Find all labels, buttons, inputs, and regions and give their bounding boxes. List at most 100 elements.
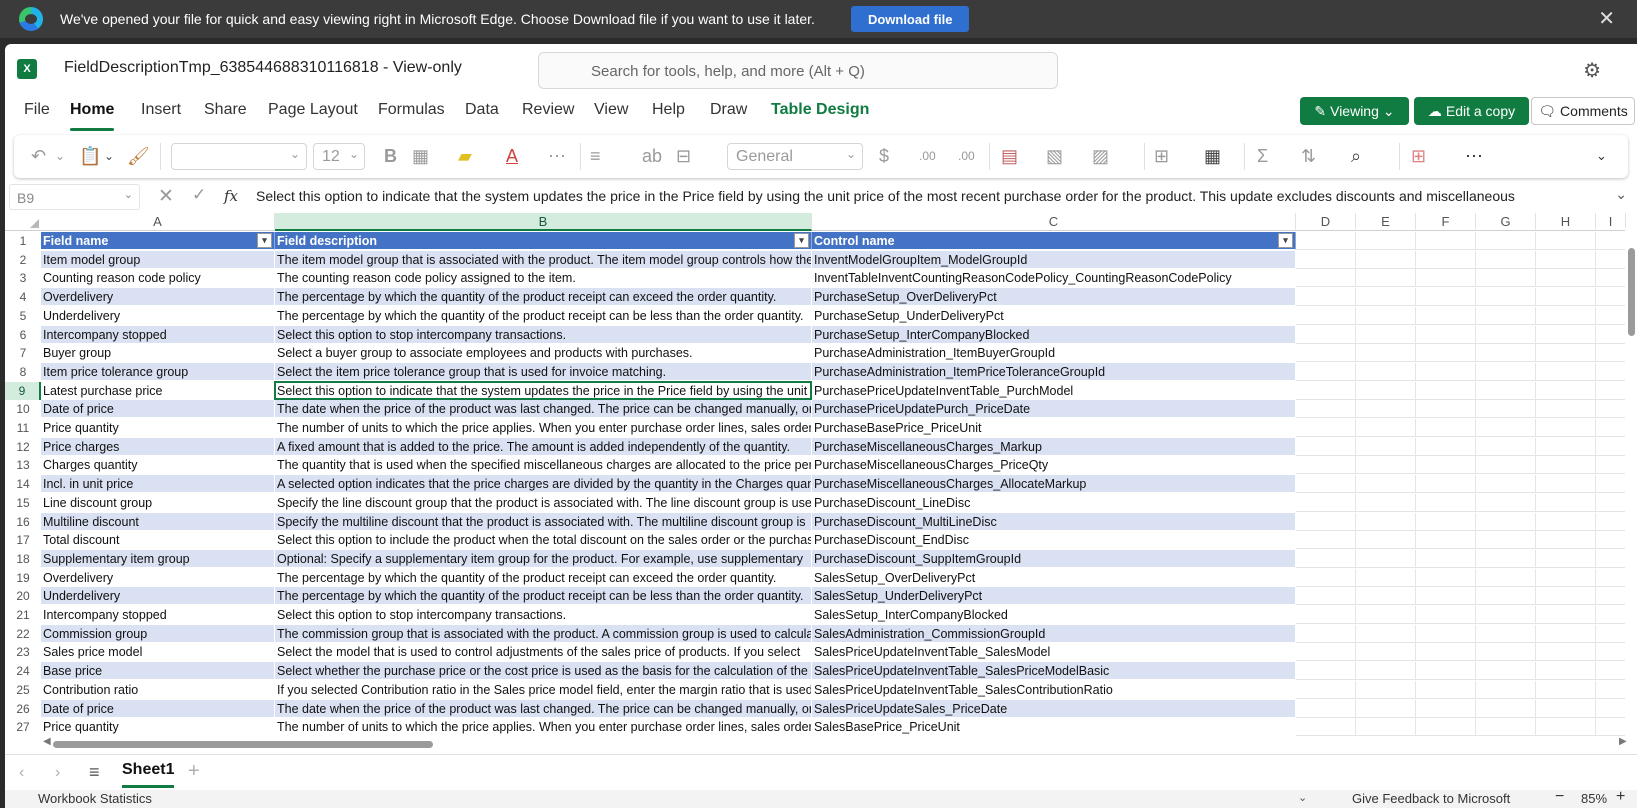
empty-cell[interactable] (1356, 475, 1416, 494)
table-cell[interactable]: Date of price (41, 400, 275, 419)
row-header[interactable]: 1 (5, 232, 41, 250)
empty-cell[interactable] (1296, 643, 1356, 662)
zoom-out-icon[interactable]: − (1555, 788, 1564, 806)
table-cell[interactable]: PurchaseDiscount_SuppItemGroupId (812, 549, 1296, 568)
empty-cell[interactable] (1356, 269, 1416, 288)
empty-cell[interactable] (1596, 718, 1626, 737)
table-cell[interactable]: Line discount group (41, 493, 275, 512)
empty-cell[interactable] (1296, 362, 1356, 381)
empty-cell[interactable] (1476, 606, 1536, 624)
table-cell[interactable]: InventTableInventCountingReasonCodePolic… (812, 269, 1296, 288)
format-as-table-icon[interactable]: ▧ (1046, 144, 1063, 168)
tab-review[interactable]: Review (522, 101, 574, 119)
row-header[interactable]: 25 (5, 681, 41, 699)
table-cell[interactable]: Counting reason code policy (41, 269, 275, 288)
add-sheet-icon[interactable]: + (188, 760, 200, 783)
table-cell[interactable]: Select this option to stop intercompany … (275, 325, 812, 344)
table-cell[interactable]: Multiline discount (41, 512, 275, 531)
empty-cell[interactable] (1536, 419, 1596, 437)
empty-cell[interactable] (1356, 362, 1416, 381)
empty-cell[interactable] (1296, 475, 1356, 494)
table-cell[interactable]: PurchasePriceUpdatePurch_PriceDate (812, 400, 1296, 419)
empty-cell[interactable] (1356, 381, 1416, 400)
filter-dropdown-icon[interactable]: ▾ (1278, 233, 1293, 248)
table-cell[interactable]: The percentage by which the quantity of … (275, 288, 812, 307)
row-header[interactable]: 19 (5, 569, 41, 587)
empty-cell[interactable] (1296, 232, 1356, 250)
table-cell[interactable]: The number of units to which the price a… (275, 718, 812, 737)
table-cell[interactable]: Date of price (41, 699, 275, 718)
empty-cell[interactable] (1296, 269, 1356, 288)
empty-cell[interactable] (1356, 325, 1416, 344)
empty-cell[interactable] (1596, 288, 1626, 307)
empty-cell[interactable] (1536, 587, 1596, 606)
empty-cell[interactable] (1416, 288, 1476, 307)
scroll-thumb[interactable] (1628, 248, 1635, 336)
table-cell[interactable]: Specify the line discount group that the… (275, 493, 812, 512)
insert-function-icon[interactable]: fx (224, 187, 238, 205)
empty-cell[interactable] (1416, 344, 1476, 363)
table-cell[interactable]: SalesPriceUpdateSales_PriceDate (812, 699, 1296, 718)
empty-cell[interactable] (1596, 568, 1626, 587)
empty-cell[interactable] (1416, 587, 1476, 606)
empty-cell[interactable] (1536, 400, 1596, 419)
table-cell[interactable]: PurchaseMiscellaneousCharges_PriceQty (812, 456, 1296, 475)
empty-cell[interactable] (1596, 400, 1626, 419)
empty-cell[interactable] (1476, 718, 1536, 737)
empty-cell[interactable] (1596, 531, 1626, 550)
empty-cell[interactable] (1596, 269, 1626, 288)
tab-page-layout[interactable]: Page Layout (268, 101, 358, 119)
paste-icon[interactable]: 📋 (79, 144, 101, 168)
empty-cell[interactable] (1536, 493, 1596, 512)
align-icon[interactable]: ≡ (590, 144, 601, 168)
empty-cell[interactable] (1476, 568, 1536, 587)
row-header[interactable]: 16 (5, 513, 41, 531)
empty-cell[interactable] (1296, 680, 1356, 699)
row-header[interactable]: 26 (5, 700, 41, 718)
number-format-select[interactable]: General ⌄ (727, 143, 863, 170)
column-header-b[interactable]: B (275, 213, 812, 231)
filter-dropdown-icon[interactable]: ▾ (257, 233, 272, 248)
empty-cell[interactable] (1536, 437, 1596, 456)
file-name[interactable]: FieldDescriptionTmp_638544688310116818 -… (64, 59, 462, 77)
empty-cell[interactable] (1416, 437, 1476, 456)
empty-cell[interactable] (1356, 419, 1416, 437)
empty-cell[interactable] (1476, 419, 1536, 437)
bold-icon[interactable]: B (384, 144, 397, 168)
empty-cell[interactable] (1296, 568, 1356, 587)
empty-cell[interactable] (1536, 680, 1596, 699)
table-cell[interactable]: Charges quantity (41, 456, 275, 475)
table-cell[interactable]: Underdelivery (41, 306, 275, 325)
empty-cell[interactable] (1356, 437, 1416, 456)
formula-input[interactable]: Select this option to indicate that the … (256, 188, 1596, 204)
empty-cell[interactable] (1536, 250, 1596, 269)
next-sheet-icon[interactable]: › (55, 764, 60, 782)
table-cell[interactable]: Contribution ratio (41, 680, 275, 699)
table-cell[interactable]: A selected option indicates that the pri… (275, 475, 812, 494)
table-cell[interactable]: The percentage by which the quantity of … (275, 568, 812, 587)
tab-draw[interactable]: Draw (710, 101, 747, 119)
empty-cell[interactable] (1476, 288, 1536, 307)
table-cell[interactable]: PurchaseMiscellaneousCharges_Markup (812, 437, 1296, 456)
empty-cell[interactable] (1416, 643, 1476, 662)
viewing-mode-button[interactable]: ✎ Viewing ⌄ (1300, 97, 1409, 125)
empty-cell[interactable] (1416, 325, 1476, 344)
empty-cell[interactable] (1476, 456, 1536, 475)
empty-cell[interactable] (1416, 400, 1476, 419)
empty-cell[interactable] (1416, 419, 1476, 437)
empty-cell[interactable] (1296, 419, 1356, 437)
table-cell[interactable]: SalesBasePrice_PriceUnit (812, 718, 1296, 737)
empty-cell[interactable] (1416, 718, 1476, 737)
empty-cell[interactable] (1596, 699, 1626, 718)
table-cell[interactable]: Underdelivery (41, 587, 275, 606)
comments-button[interactable]: 🗨 Comments (1531, 97, 1635, 125)
row-header[interactable]: 2 (5, 251, 41, 269)
empty-cell[interactable] (1416, 381, 1476, 400)
collapse-ribbon-icon[interactable]: ⌄ (1596, 144, 1607, 168)
table-header-cell[interactable]: Control name ▾ (812, 232, 1296, 250)
table-cell[interactable]: Optional: Specify a supplementary item g… (275, 549, 812, 568)
table-cell[interactable]: PurchasePriceUpdateInventTable_PurchMode… (812, 381, 1296, 400)
table-cell[interactable]: Select the item price tolerance group th… (275, 362, 812, 381)
empty-cell[interactable] (1416, 549, 1476, 568)
format-cells-icon[interactable]: ▦ (1204, 144, 1221, 168)
